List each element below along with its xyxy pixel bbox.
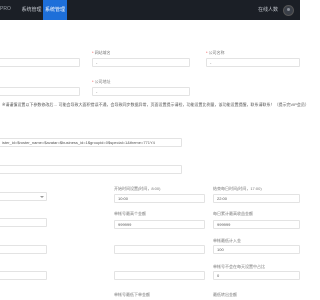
label-ratio: 单帐号不会在每天设置中占比 <box>213 264 265 269</box>
company-address-input[interactable]: - <box>92 87 190 96</box>
field-mid-row4[interactable] <box>114 271 205 280</box>
field-left-amount[interactable] <box>0 218 47 227</box>
max-amount-input[interactable]: 999999 <box>114 220 205 229</box>
label-company-address: *公司地址 <box>92 79 111 84</box>
label-min-withdraw: 最低转出金额 <box>213 292 237 297</box>
site-domain-input[interactable]: - <box>92 58 190 67</box>
open-time-input[interactable]: 10:00 <box>114 194 205 203</box>
close-time-input[interactable]: 22:00 <box>213 194 300 203</box>
nav-tab-system-active[interactable]: 系统管理 <box>43 0 67 20</box>
chevron-down-icon <box>40 196 44 198</box>
online-users-label: 在线人数 <box>257 7 278 13</box>
company-name-input[interactable]: - <box>206 58 300 67</box>
top-navbar: PRO 系统管理 系统管理 在线人数 <box>0 0 300 20</box>
field-left-row4[interactable] <box>0 271 47 280</box>
label-min-deposit: 单帐最低计入金 <box>213 238 241 243</box>
notice-text: ※请谨慎设置以下参数修改后… 可能会导致大面积错误不通，会导致同步数据异常，页面… <box>2 102 309 107</box>
label-open-time: 开始时间设置(时间，8:00) <box>114 186 161 191</box>
label-site-domain: *网站域名 <box>92 50 111 55</box>
label-daily-max: 每日累计最高收益金额 <box>213 211 253 216</box>
blank-input[interactable] <box>0 165 182 174</box>
user-avatar-icon[interactable] <box>283 5 294 16</box>
field-left-row3[interactable] <box>0 245 47 254</box>
label-close-time: 结束每日时间(时间，17:00) <box>213 186 262 191</box>
min-deposit-input[interactable]: 100 <box>213 245 300 254</box>
field-row2-col1[interactable] <box>0 87 80 96</box>
label-max-amount: 单帐号最高个金额 <box>114 211 146 216</box>
field-row1-col1[interactable] <box>0 58 80 67</box>
daily-max-input[interactable]: 999999 <box>213 220 300 229</box>
url-params-input[interactable]: ister_id=$roster_name=$avatar=$business_… <box>0 138 182 147</box>
brand-label: PRO <box>0 6 11 12</box>
nav-tab-system[interactable]: 系统管理 <box>20 0 43 20</box>
field-mid-row3[interactable] <box>114 245 205 254</box>
ratio-input[interactable]: 0 <box>213 271 300 280</box>
label-min-order: 单帐号最低下单金额 <box>114 292 150 297</box>
label-company-name: *公司名称 <box>206 50 225 55</box>
